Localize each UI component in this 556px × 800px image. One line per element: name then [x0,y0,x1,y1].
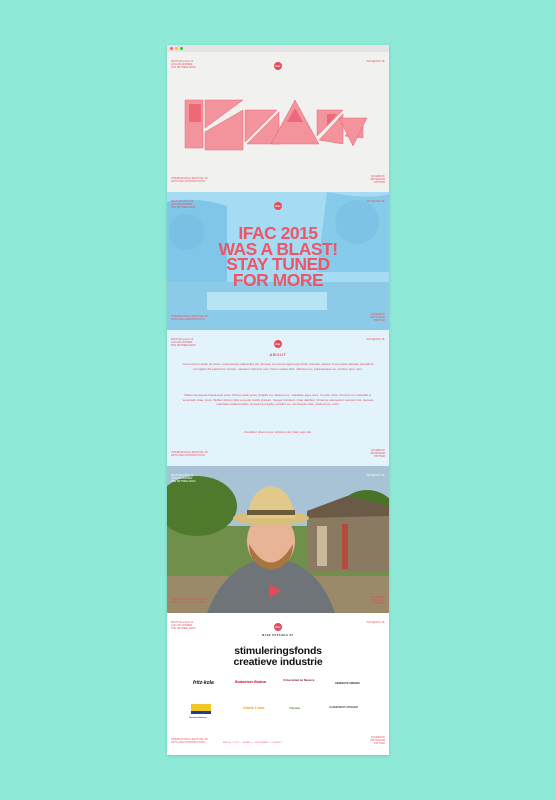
hero-title: IFAC 2015 WAS A BLAST! STAY TUNED FOR MO… [218,223,338,290]
about-paragraph-1: Lorem ipsum dolor sit amet, consectetuer… [182,362,374,371]
close-dot-icon[interactable] [170,47,173,50]
footer-social[interactable]: FACEBOOK INSTAGRAM TWITTER [370,449,385,459]
about-paragraph-2: Nulla consequat massa quis enim. Donec p… [182,393,374,407]
footer-info-left: INTERNATIONAL FESTIVAL OF ARTS AND CONST… [171,315,209,321]
header-address: FESTIVALLAAN 12 1234 AB ARNHEM THE NETHE… [171,621,196,630]
sponsors-heading: MADE POSSIBLE BY [262,634,294,637]
header-contact[interactable]: INFO@IFAC.NL [367,338,385,342]
header-contact[interactable]: INFO@IFAC.NL [367,621,385,625]
footer-social[interactable]: FACEBOOK INSTAGRAM TWITTER [370,313,385,323]
logo[interactable]: ifac [274,202,282,210]
about-heading: ABOUT [269,352,287,357]
play-icon[interactable] [269,584,281,598]
header-address: FESTIVALLAAN 12 1234 AB ARNHEM THE NETHE… [171,474,196,483]
header-contact[interactable]: INFO@IFAC.NL [367,200,385,204]
announcement-section: FESTIVALLAAN 12 1234 AB ARNHEM THE NETHE… [167,192,389,330]
footer-social[interactable]: FACEBOOK INSTAGRAM TWITTER [370,736,385,746]
about-section: FESTIVALLAAN 12 1234 AB ARNHEM THE NETHE… [167,330,389,466]
sponsor-logo-vrijstaat[interactable]: Vrijstaat [289,706,300,710]
header-address: FESTIVALLAAN 12 1234 AB ARNHEM THE NETHE… [171,200,196,209]
logo[interactable]: ifac [274,623,282,631]
minimize-dot-icon[interactable] [175,47,178,50]
sponsor-logo-universidad[interactable]: Universidad de Navarra [283,679,315,682]
footer-social[interactable]: FACEBOOK INSTAGRAM TWITTER [370,175,385,185]
sponsor-logo-aannemers[interactable]: AANNEMERS ARNHEM [329,706,358,709]
about-paragraph-3: Curabitur ullamcorper ultricies nisi. Na… [244,430,312,434]
footer-social[interactable]: FACEBOOK INSTAGRAM TWITTER [370,596,385,606]
legal-links[interactable]: IFAC.NL © 2015 — PRIVACY — DISCLAIMER — … [223,742,282,745]
header-address: FESTIVALLAAN 12 1234 AB ARNHEM THE NETHE… [171,338,196,347]
footer-info-left: INTERNATIONAL FESTIVAL OF ARTS AND CONST… [171,451,209,457]
sponsor-logo-fritz-kola[interactable]: fritz-kola [193,680,214,686]
sponsor-logo-budweiser[interactable]: Budweiser Budvar [235,680,267,684]
video-section[interactable]: FESTIVALLAAN 12 1234 AB ARNHEM THE NETHE… [167,466,389,613]
header-contact[interactable]: INFO@IFAC.NL [367,474,385,478]
footer-info-left: INTERNATIONAL FESTIVAL OF ARTS AND CONST… [171,177,209,183]
logo[interactable]: ifac [274,340,282,348]
sponsor-logo-smits[interactable]: Smits Loos [243,705,265,710]
maximize-dot-icon[interactable] [180,47,183,50]
hero-art-section: FESTIVALLAAN 12 1234 AB ARNHEM THE NETHE… [167,52,389,192]
footer-info-left: INTERNATIONAL FESTIVAL OF ARTS AND CONST… [171,738,209,744]
sponsors-section: FESTIVALLAAN 12 1234 AB ARNHEM THE NETHE… [167,613,389,755]
main-sponsor[interactable]: stimuleringsfonds creatieve industrie [167,646,389,668]
footer-info-left: INTERNATIONAL FESTIVAL OF ARTS AND CONST… [171,598,209,604]
sponsor-logo-gemeente-2[interactable]: Gemeente Arnhem [189,717,207,719]
ifac-geometric-artwork [184,99,368,151]
sponsor-logo-gemeente-1[interactable]: GEMEENTE ARNHEM [335,682,359,685]
sponsor-logo-blue-flag [191,704,211,714]
browser-window: FESTIVALLAAN 12 1234 AB ARNHEM THE NETHE… [167,45,389,755]
